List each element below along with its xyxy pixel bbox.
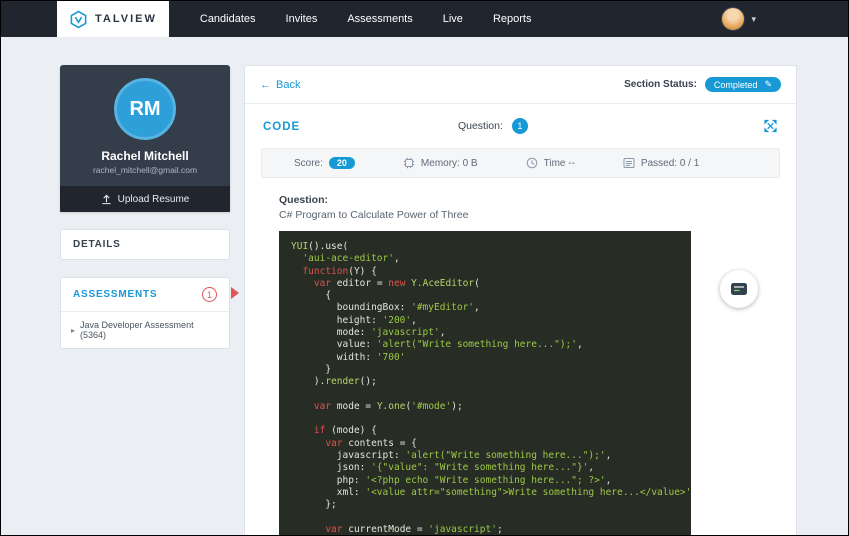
- assessments-label: ASSESSMENTS: [73, 289, 158, 300]
- details-section-toggle[interactable]: DETAILS: [61, 230, 229, 259]
- time-stat: Time --: [526, 157, 575, 169]
- code-line: value: 'alert("Write something here...")…: [291, 339, 583, 351]
- question-text: C# Program to Calculate Power of Three: [279, 209, 469, 221]
- active-section-arrow-marker: [231, 287, 239, 299]
- assessment-item-label: Java Developer Assessment (5364): [80, 320, 194, 340]
- memory-value: Memory: 0 B: [420, 157, 478, 169]
- status-badge-label: Completed: [713, 79, 758, 90]
- code-line: width: '700': [291, 351, 406, 363]
- support-widget-button[interactable]: [720, 270, 758, 308]
- details-label: DETAILS: [73, 239, 121, 250]
- code-line: var mode = Y.one('#mode');: [313, 400, 463, 412]
- assessment-detail-card: ← Back Section Status: Completed ✎ CODE …: [244, 65, 797, 535]
- score-stat: Score: 20: [294, 157, 355, 169]
- question-number-badge[interactable]: 1: [511, 118, 528, 134]
- test-list-icon: [623, 158, 635, 168]
- back-arrow-icon: ←: [260, 78, 271, 91]
- code-line: }: [291, 363, 332, 375]
- code-line: YUI().use(: [291, 241, 349, 252]
- candidate-sidebar: RM Rachel Mitchell rachel_mitchell@gmail…: [60, 65, 239, 349]
- user-avatar[interactable]: [721, 7, 746, 31]
- question-block: Question: C# Program to Calculate Power …: [245, 178, 796, 231]
- details-card: DETAILS: [60, 229, 230, 260]
- memory-stat: Memory: 0 B: [403, 157, 478, 169]
- memory-chip-icon: [403, 157, 415, 169]
- passed-value: Passed: 0 / 1: [640, 157, 700, 169]
- assessment-list-item[interactable]: ▸ Java Developer Assessment (5364): [61, 311, 229, 348]
- code-line: php: '<?php echo "Write something here..…: [291, 474, 612, 486]
- candidate-email: rachel_mitchell@gmail.com: [92, 165, 198, 175]
- code-line: var currentMode = 'javascript';: [325, 523, 503, 535]
- chevron-right-icon: ▸: [71, 325, 76, 335]
- section-status-group: Section Status: Completed ✎: [624, 77, 781, 92]
- code-line: json: '{"value": "Write something here..…: [291, 462, 595, 474]
- main-nav: Candidates Invites Assessments Live Repo…: [185, 1, 547, 37]
- candidate-profile-card: RM Rachel Mitchell rachel_mitchell@gmail…: [60, 65, 230, 212]
- back-button[interactable]: ← Back: [260, 79, 300, 91]
- assessments-section-toggle[interactable]: ASSESSMENTS 1: [61, 278, 229, 311]
- code-section-row: CODE Question: 1: [245, 104, 796, 148]
- time-value: Time --: [543, 157, 575, 169]
- nav-assessments[interactable]: Assessments: [332, 1, 427, 37]
- code-line: javascript: 'alert("Write something here…: [291, 450, 612, 462]
- upload-resume-label: Upload Resume: [117, 193, 190, 205]
- code-line: };: [291, 499, 337, 511]
- edit-pencil-icon[interactable]: ✎: [764, 79, 772, 90]
- code-line: xml: '<value attr="something">Write some…: [291, 486, 692, 498]
- score-value-badge: 20: [328, 157, 355, 169]
- user-menu[interactable]: ▾: [721, 7, 756, 31]
- clock-icon: [526, 157, 537, 169]
- upload-resume-button[interactable]: Upload Resume: [60, 186, 230, 212]
- code-line: height: '200',: [291, 314, 417, 326]
- talview-logo[interactable]: TALVIEW: [57, 1, 169, 37]
- expand-icon: [764, 119, 777, 133]
- section-title: CODE: [263, 121, 301, 133]
- code-line: if (mode) {: [313, 425, 377, 437]
- talview-assessment-page: TALVIEW Candidates Invites Assessments L…: [0, 0, 849, 536]
- code-line: var contents = {: [325, 437, 417, 449]
- code-line: ).render();: [291, 376, 377, 388]
- code-line: function(Y) {: [302, 265, 377, 277]
- nav-reports[interactable]: Reports: [478, 1, 547, 37]
- card-chat-icon: [731, 282, 747, 295]
- question-stats-bar: Score: 20 Memory: 0 B Time -- Passed: 0 …: [261, 148, 780, 178]
- question-pager: Question: 1: [458, 118, 528, 134]
- brand-name: TALVIEW: [95, 13, 157, 25]
- score-label: Score:: [294, 157, 323, 169]
- top-navbar: TALVIEW Candidates Invites Assessments L…: [1, 1, 848, 37]
- assessments-card: ASSESSMENTS 1 ▸ Java Developer Assessmen…: [60, 277, 239, 349]
- nav-live[interactable]: Live: [428, 1, 478, 37]
- nav-candidates[interactable]: Candidates: [185, 1, 271, 37]
- code-editor[interactable]: YUI().use( 'aui-ace-editor', function(Y)…: [279, 231, 692, 535]
- assessments-count-badge: 1: [202, 287, 217, 302]
- upload-icon: [102, 194, 111, 204]
- candidate-name: Rachel Mitchell: [101, 149, 189, 163]
- status-badge[interactable]: Completed ✎: [704, 77, 781, 92]
- back-label: Back: [276, 78, 301, 91]
- caret-down-icon[interactable]: ▾: [751, 14, 756, 25]
- section-status-label: Section Status:: [624, 79, 697, 90]
- code-line: boundingBox: '#myEditor',: [291, 302, 480, 314]
- code-line: mode: 'javascript',: [291, 327, 446, 339]
- nav-invites[interactable]: Invites: [271, 1, 333, 37]
- talview-hexagon-icon: [70, 10, 87, 28]
- code-line: 'aui-ace-editor',: [302, 253, 400, 265]
- detail-header: ← Back Section Status: Completed ✎: [245, 66, 796, 104]
- candidate-initials-avatar: RM: [114, 78, 176, 140]
- expand-fullscreen-button[interactable]: [763, 119, 778, 134]
- code-line: {: [291, 290, 332, 302]
- question-heading: Question:: [279, 194, 328, 206]
- passed-stat: Passed: 0 / 1: [623, 157, 699, 169]
- code-line: var editor = new Y.AceEditor(: [313, 277, 480, 289]
- question-label: Question:: [457, 120, 503, 132]
